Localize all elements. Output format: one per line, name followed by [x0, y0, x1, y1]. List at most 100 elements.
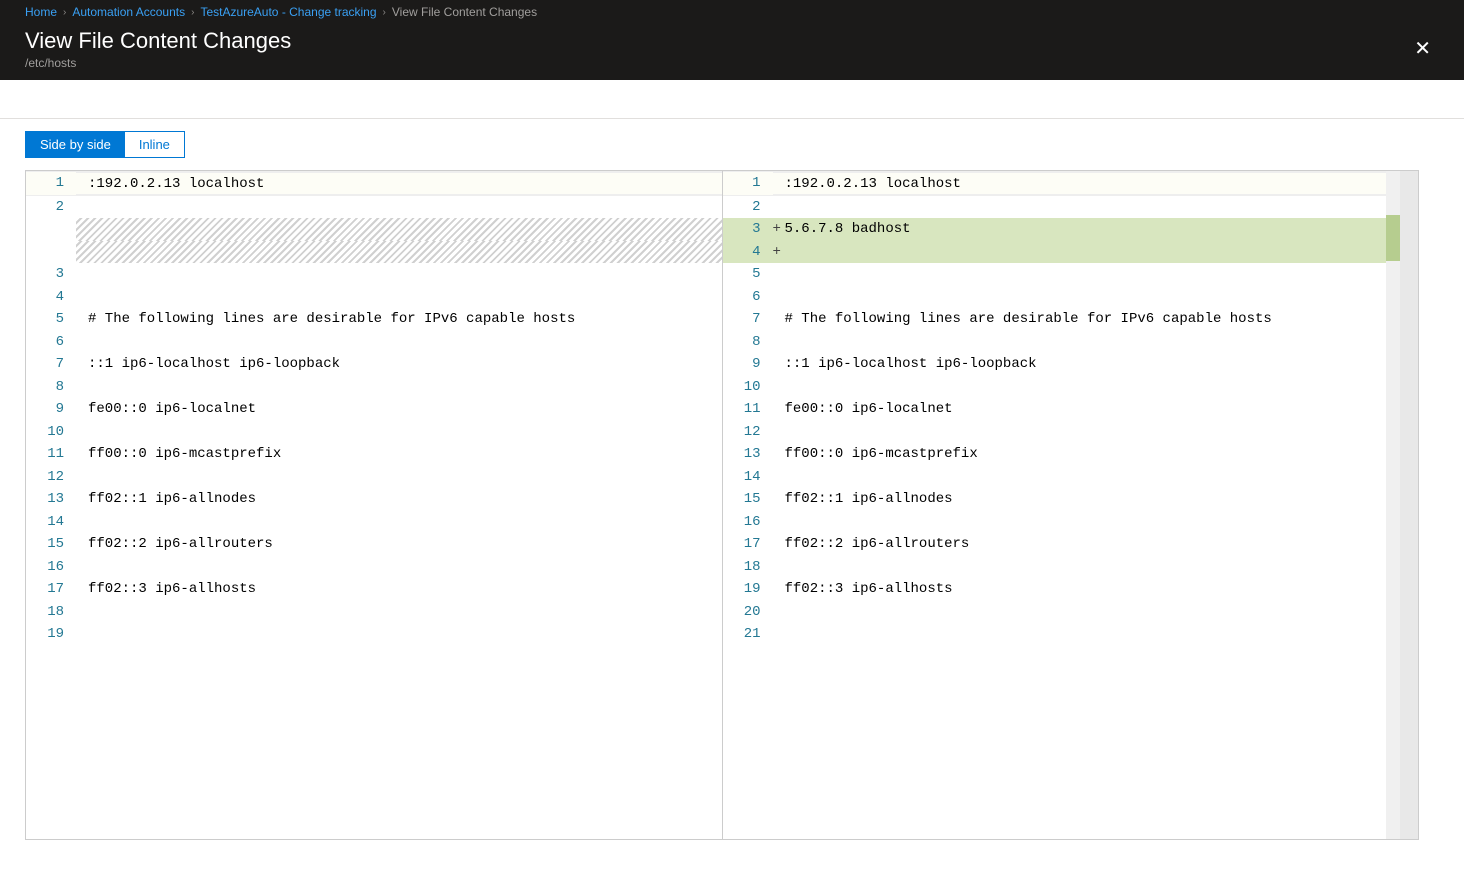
diff-line[interactable]: 7# The following lines are desirable for… — [723, 308, 1387, 331]
diff-pane-left[interactable]: 1:192.0.2.13 localhost2 345# The followin… — [26, 171, 723, 839]
diff-marker — [76, 241, 88, 264]
diff-marker — [76, 511, 88, 534]
diff-line[interactable]: 4+ — [723, 241, 1387, 264]
line-content — [88, 263, 722, 286]
diff-marker — [773, 488, 785, 511]
line-content — [88, 511, 722, 534]
page-subtitle: /etc/hosts — [25, 56, 291, 70]
line-number: 13 — [723, 443, 773, 466]
diff-line[interactable]: 11fe00::0 ip6-localnet — [723, 398, 1387, 421]
diff-line[interactable]: 2 — [723, 196, 1387, 219]
line-number: 17 — [26, 578, 76, 601]
diff-marker — [76, 353, 88, 376]
line-content: ff02::1 ip6-allnodes — [785, 488, 1387, 511]
diff-marker — [773, 533, 785, 556]
breadcrumb-change-tracking[interactable]: TestAzureAuto - Change tracking — [200, 5, 376, 19]
diff-line[interactable]: 6 — [723, 286, 1387, 309]
line-content — [785, 263, 1387, 286]
diff-line[interactable]: 19ff02::3 ip6-allhosts — [723, 578, 1387, 601]
content-area: Side by side Inline 1:192.0.2.13 localho… — [0, 118, 1464, 840]
diff-marker — [76, 196, 88, 219]
diff-line[interactable]: 13ff00::0 ip6-mcastprefix — [723, 443, 1387, 466]
diff-line[interactable]: 6 — [26, 331, 722, 354]
line-content — [88, 421, 722, 444]
breadcrumb-automation-accounts[interactable]: Automation Accounts — [72, 5, 185, 19]
diff-marker — [773, 331, 785, 354]
diff-line[interactable]: 2 — [26, 196, 722, 219]
diff-line[interactable] — [26, 218, 722, 241]
line-content — [88, 466, 722, 489]
line-number: 4 — [26, 286, 76, 309]
diff-line[interactable]: 10 — [723, 376, 1387, 399]
line-number: 1 — [723, 172, 773, 195]
diff-line[interactable]: 1:192.0.2.13 localhost — [723, 171, 1387, 196]
line-number: 8 — [723, 331, 773, 354]
diff-line[interactable]: 3 — [26, 263, 722, 286]
line-content — [785, 286, 1387, 309]
breadcrumb-separator: › — [383, 7, 386, 18]
line-content — [88, 331, 722, 354]
line-number: 8 — [26, 376, 76, 399]
diff-container: 1:192.0.2.13 localhost2 345# The followin… — [25, 170, 1419, 840]
diff-marker — [773, 263, 785, 286]
scrollbar-vertical[interactable] — [1400, 171, 1418, 839]
diff-line[interactable]: 8 — [723, 331, 1387, 354]
line-number — [26, 218, 76, 241]
diff-line[interactable]: 14 — [723, 466, 1387, 489]
line-content: ff02::2 ip6-allrouters — [88, 533, 722, 556]
diff-line[interactable]: 18 — [26, 601, 722, 624]
diff-line[interactable]: 16 — [26, 556, 722, 579]
breadcrumb: Home › Automation Accounts › TestAzureAu… — [0, 0, 1464, 24]
diff-line[interactable]: 1:192.0.2.13 localhost — [26, 171, 722, 196]
diff-marker — [773, 286, 785, 309]
line-content — [785, 241, 1387, 264]
line-content — [785, 511, 1387, 534]
diff-line[interactable]: 10 — [26, 421, 722, 444]
diff-marker — [76, 601, 88, 624]
title-text: View File Content Changes /etc/hosts — [25, 28, 291, 70]
line-content: ::1 ip6-localhost ip6-loopback — [88, 353, 722, 376]
diff-line[interactable]: 7::1 ip6-localhost ip6-loopback — [26, 353, 722, 376]
line-number: 7 — [723, 308, 773, 331]
diff-line[interactable]: 14 — [26, 511, 722, 534]
line-content: ff02::3 ip6-allhosts — [88, 578, 722, 601]
diff-line[interactable]: 16 — [723, 511, 1387, 534]
line-content — [785, 466, 1387, 489]
diff-line[interactable]: 3+5.6.7.8 badhost — [723, 218, 1387, 241]
diff-line[interactable]: 9::1 ip6-localhost ip6-loopback — [723, 353, 1387, 376]
diff-line[interactable]: 19 — [26, 623, 722, 646]
diff-line[interactable]: 9fe00::0 ip6-localnet — [26, 398, 722, 421]
diff-line[interactable]: 11ff00::0 ip6-mcastprefix — [26, 443, 722, 466]
line-number: 15 — [26, 533, 76, 556]
line-content — [88, 623, 722, 646]
diff-line[interactable]: 15 ff02::2 ip6-allrouters — [26, 533, 722, 556]
diff-line[interactable] — [26, 241, 722, 264]
close-button[interactable]: ✕ — [1406, 35, 1439, 63]
tab-side-by-side[interactable]: Side by side — [26, 132, 125, 157]
diff-line[interactable]: 20 — [723, 601, 1387, 624]
diff-line[interactable]: 15ff02::1 ip6-allnodes — [723, 488, 1387, 511]
diff-marker — [773, 601, 785, 624]
diff-marker — [773, 353, 785, 376]
diff-line[interactable]: 12 — [723, 421, 1387, 444]
diff-line[interactable]: 8 — [26, 376, 722, 399]
diff-marker — [773, 556, 785, 579]
diff-line[interactable]: 5# The following lines are desirable for… — [26, 308, 722, 331]
breadcrumb-home[interactable]: Home — [25, 5, 57, 19]
diff-line[interactable]: 17 ff02::3 ip6-allhosts — [26, 578, 722, 601]
diff-line[interactable]: 13ff02::1 ip6-allnodes — [26, 488, 722, 511]
line-content: :192.0.2.13 localhost — [88, 172, 722, 195]
diff-pane-right[interactable]: 1:192.0.2.13 localhost23+5.6.7.8 badhost… — [723, 171, 1419, 839]
diff-line[interactable]: 12 — [26, 466, 722, 489]
diff-marker — [773, 511, 785, 534]
tab-inline[interactable]: Inline — [125, 132, 184, 157]
diff-line[interactable]: 17ff02::2 ip6-allrouters — [723, 533, 1387, 556]
line-number: 19 — [26, 623, 76, 646]
diff-line[interactable]: 4 — [26, 286, 722, 309]
diff-line[interactable]: 21 — [723, 623, 1387, 646]
diff-line[interactable]: 18 — [723, 556, 1387, 579]
diff-marker — [773, 623, 785, 646]
line-content — [785, 196, 1387, 219]
diff-line[interactable]: 5 — [723, 263, 1387, 286]
diff-minimap[interactable] — [1386, 171, 1400, 839]
